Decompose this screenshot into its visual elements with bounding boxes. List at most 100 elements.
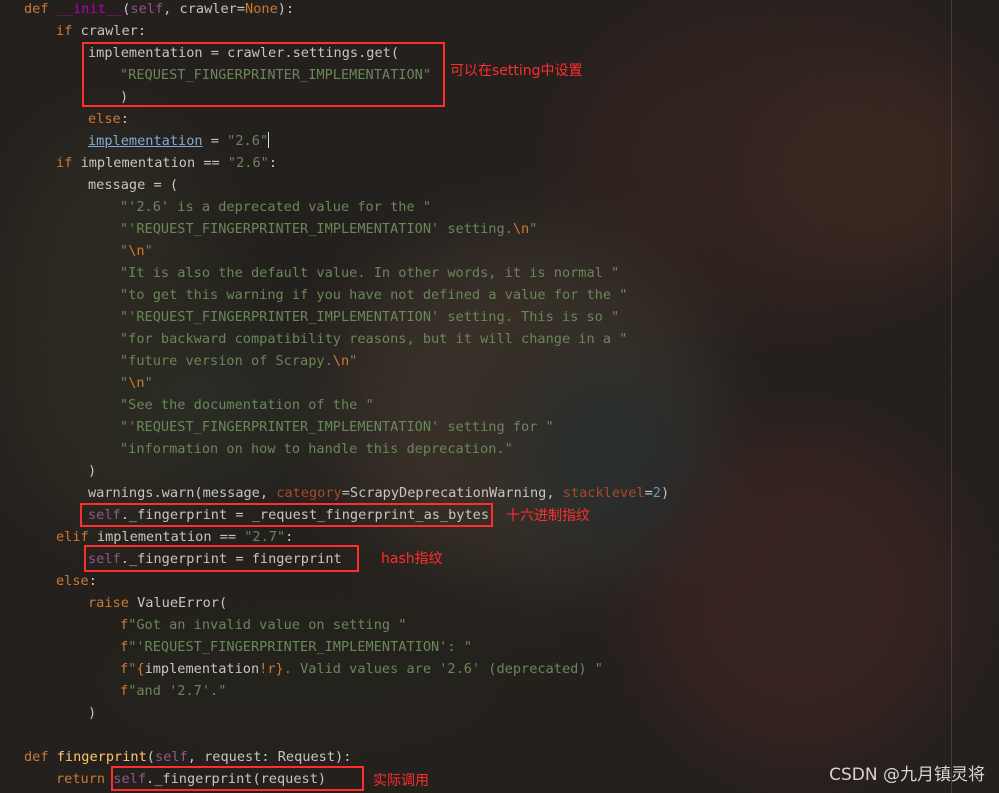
code-line: ) <box>88 702 96 724</box>
code-token: implementation == <box>80 155 228 171</box>
annotation-box-hex <box>80 503 493 527</box>
code-token: f <box>120 661 129 677</box>
code-token: "It is also the default value. In other … <box>120 265 620 281</box>
code-line: "'REQUEST_FINGERPRINTER_IMPLEMENTATION' … <box>120 306 619 328</box>
code-token: f <box>120 683 129 699</box>
code-line: raise ValueError( <box>88 592 227 614</box>
code-token: fingerprint <box>56 749 147 765</box>
code-token: \n <box>128 375 145 391</box>
code-token: ) <box>88 463 97 479</box>
code-line: def __init__(self, crawler=None): <box>24 0 294 20</box>
code-token: : <box>268 155 277 171</box>
code-line: "\n" <box>120 240 153 262</box>
code-line: "for backward compatibility reasons, but… <box>120 328 627 350</box>
code-token: def <box>24 1 57 17</box>
code-token: if <box>56 23 81 39</box>
code-token: ) <box>660 485 670 501</box>
code-token: " <box>120 243 129 259</box>
code-token: message = ( <box>88 177 179 193</box>
code-token: "2.6" <box>227 155 269 171</box>
code-token: ): <box>277 1 295 17</box>
code-token: ) <box>88 705 97 721</box>
code-line: "to get this warning if you have not def… <box>120 284 627 306</box>
code-token: , crawler= <box>163 1 246 17</box>
code-token: 2 <box>652 485 661 501</box>
code-token: implementation == <box>96 529 245 545</box>
code-token: f <box>120 639 129 655</box>
code-token: "2.6" <box>227 133 269 149</box>
annotation-label-call: 实际调用 <box>373 773 429 789</box>
code-token: = <box>202 133 228 149</box>
code-token: . Valid values are '2.6' (deprecated) " <box>283 661 603 677</box>
code-token: elif <box>56 529 97 545</box>
annotation-label-setting: 可以在setting中设置 <box>450 63 583 79</box>
code-line: message = ( <box>88 174 178 196</box>
code-token: { <box>136 661 145 677</box>
code-line: if crawler: <box>56 20 146 42</box>
code-token: " <box>144 375 153 391</box>
code-token: !r} <box>259 661 284 677</box>
code-line: warnings.warn(message, category=ScrapyDe… <box>88 482 669 504</box>
code-token: category <box>276 485 342 501</box>
code-token: implementation <box>88 133 203 149</box>
csdn-watermark: CSDN @九月镇灵将 <box>829 765 985 785</box>
code-token: : <box>88 573 97 589</box>
code-token: "Got an invalid value on setting " <box>128 617 407 633</box>
code-token: " <box>529 221 538 237</box>
code-token: " <box>144 243 153 259</box>
code-token: if <box>56 155 81 171</box>
code-line: def fingerprint(self, request: Request): <box>24 746 351 768</box>
code-token: "for backward compatibility reasons, but… <box>120 331 628 347</box>
code-line: "'REQUEST_FINGERPRINTER_IMPLEMENTATION' … <box>120 218 537 240</box>
code-token: "'REQUEST_FINGERPRINTER_IMPLEMENTATION' … <box>120 419 554 435</box>
code-token: \n <box>512 221 530 237</box>
code-line: "\n" <box>120 372 153 394</box>
right-margin-guide <box>951 0 952 793</box>
code-line: f"Got an invalid value on setting " <box>120 614 406 636</box>
code-token: "'REQUEST_FINGERPRINTER_IMPLEMENTATION':… <box>128 639 472 655</box>
code-token: : <box>285 529 294 545</box>
code-line: "'REQUEST_FINGERPRINTER_IMPLEMENTATION' … <box>120 416 554 438</box>
code-token: else <box>56 573 89 589</box>
code-token: : <box>120 111 129 127</box>
code-token: raise <box>88 595 138 611</box>
code-line: f"'REQUEST_FINGERPRINTER_IMPLEMENTATION'… <box>120 636 472 658</box>
code-token: " <box>120 375 129 391</box>
code-token: "2.7" <box>244 529 286 545</box>
code-token: def <box>24 749 57 765</box>
code-token: " <box>349 353 358 369</box>
code-line: else: <box>56 570 97 592</box>
code-token: "information on how to handle this depre… <box>120 441 513 457</box>
code-line: "information on how to handle this depre… <box>120 438 513 460</box>
code-token: else <box>88 111 121 127</box>
code-token: "See the documentation of the " <box>120 397 374 413</box>
code-line: "It is also the default value. In other … <box>120 262 619 284</box>
code-line: if implementation == "2.6": <box>56 152 277 174</box>
code-token: None <box>245 1 278 17</box>
code-token: self <box>130 1 164 17</box>
code-line: "See the documentation of the " <box>120 394 374 416</box>
code-line: f"and '2.7'." <box>120 680 226 702</box>
code-token: "future version of Scrapy. <box>120 353 333 369</box>
code-token: return <box>56 771 114 787</box>
code-token: "'REQUEST_FINGERPRINTER_IMPLEMENTATION' … <box>120 309 620 325</box>
code-token: __init__ <box>56 1 123 17</box>
code-token: , request: Request): <box>187 749 352 765</box>
annotation-label-hash: hash指纹 <box>381 551 443 567</box>
code-token: = <box>644 485 653 501</box>
code-token: f <box>120 617 129 633</box>
code-line: ) <box>88 460 96 482</box>
code-token: ( <box>146 749 155 765</box>
code-line: "future version of Scrapy.\n" <box>120 350 357 372</box>
code-line: f"{implementation!r}. Valid values are '… <box>120 658 603 680</box>
annotation-box-call <box>111 766 364 791</box>
code-token: warnings.warn(message, <box>88 485 277 501</box>
code-token: "'2.6' is a deprecated value for the " <box>120 199 431 215</box>
code-line: implementation = "2.6" <box>88 130 270 152</box>
code-token: \n <box>128 243 145 259</box>
code-line: else: <box>88 108 129 130</box>
code-token: "and '2.7'." <box>128 683 227 699</box>
annotation-label-hex: 十六进制指纹 <box>506 508 590 524</box>
code-token: implementation <box>144 661 260 677</box>
text-cursor <box>268 132 270 148</box>
